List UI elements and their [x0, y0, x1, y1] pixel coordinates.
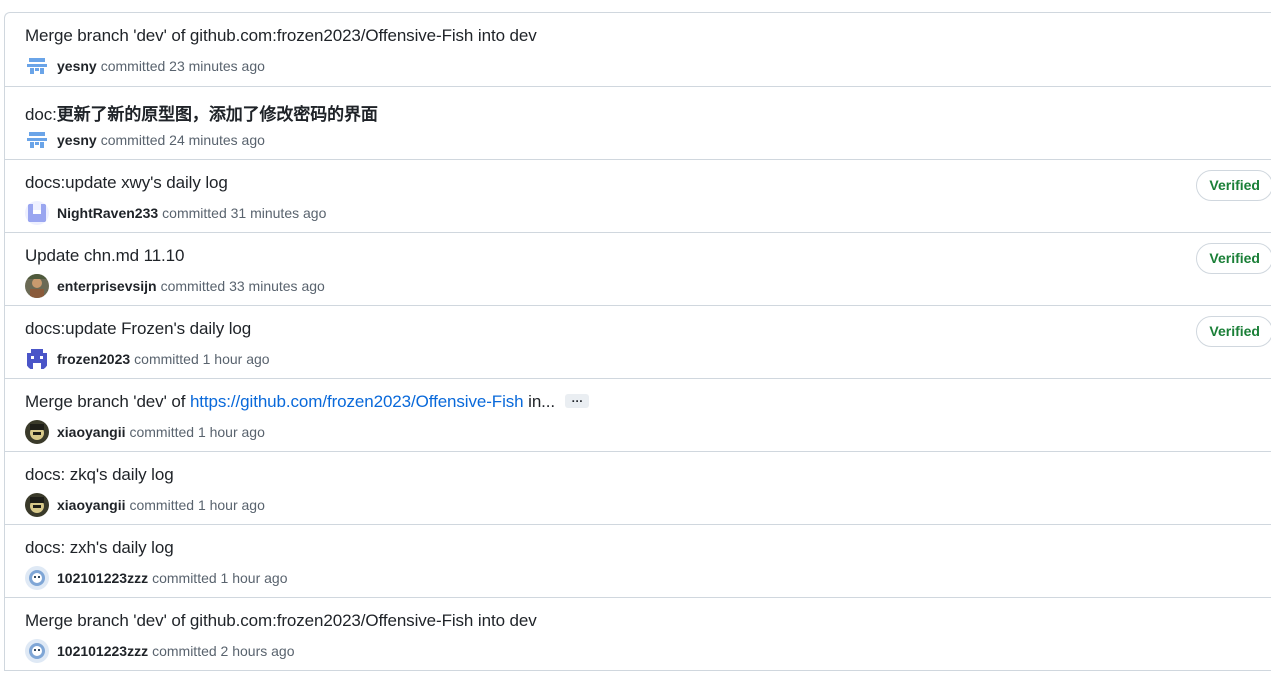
commit-row: doc:更新了新的原型图，添加了修改密码的界面 yesny committed …: [5, 87, 1271, 160]
commit-message[interactable]: docs: zkq's daily log: [25, 465, 174, 485]
commit-verb: committed: [129, 424, 195, 440]
avatar[interactable]: [25, 54, 49, 78]
avatar[interactable]: [25, 347, 49, 371]
commit-message: Merge branch 'dev' of https://github.com…: [25, 392, 590, 412]
commit-title-link[interactable]: Merge branch 'dev' of github.com:frozen2…: [25, 26, 537, 45]
commit-meta: enterprisevsijn committed 33 minutes ago: [25, 274, 325, 298]
commit-title-prefix[interactable]: Merge branch 'dev' of: [25, 392, 190, 411]
commit-time: 33 minutes ago: [229, 278, 325, 294]
commit-author[interactable]: xiaoyangii: [57, 497, 125, 513]
commit-title-link[interactable]: doc:更新了新的原型图，添加了修改密码的界面: [25, 105, 378, 124]
commit-time: 1 hour ago: [197, 497, 265, 513]
commit-verb: committed: [152, 570, 217, 586]
commit-verb: committed: [129, 497, 195, 513]
commit-title-link[interactable]: docs: zkq's daily log: [25, 465, 174, 484]
commit-author[interactable]: NightRaven233: [57, 205, 158, 221]
commit-row: docs:update Frozen's daily log frozen202…: [5, 306, 1271, 379]
commit-title-cjk: 更新了新的原型图，添加了修改密码的界面: [56, 105, 378, 124]
commit-time: 1 hour ago: [202, 351, 270, 367]
avatar[interactable]: [25, 274, 49, 298]
commit-title-link[interactable]: Update chn.md 11.10: [25, 246, 185, 265]
commit-message[interactable]: docs:update Frozen's daily log: [25, 319, 251, 339]
commit-verb: committed: [100, 58, 166, 74]
commit-title-link[interactable]: docs:update xwy's daily log: [25, 173, 228, 192]
commit-meta: 102101223zzz committed 2 hours ago: [25, 639, 295, 663]
commit-row: Merge branch 'dev' of github.com:frozen2…: [5, 598, 1271, 671]
avatar[interactable]: [25, 420, 49, 444]
commit-meta: NightRaven233 committed 31 minutes ago: [25, 201, 326, 225]
commit-time: 23 minutes ago: [169, 58, 265, 74]
verified-badge[interactable]: Verified: [1196, 170, 1271, 201]
commit-author[interactable]: 102101223zzz: [57, 570, 148, 586]
commit-verb: committed: [100, 132, 166, 148]
commit-title-link[interactable]: Merge branch 'dev' of github.com:frozen2…: [25, 611, 537, 630]
commit-meta: xiaoyangii committed 1 hour ago: [25, 420, 265, 444]
avatar[interactable]: [25, 493, 49, 517]
commit-time: 1 hour ago: [197, 424, 265, 440]
commit-message[interactable]: doc:更新了新的原型图，添加了修改密码的界面: [25, 100, 378, 125]
commit-title-link[interactable]: docs: zxh's daily log: [25, 538, 174, 557]
commit-title-prefix: doc:: [25, 105, 57, 124]
commit-message[interactable]: Update chn.md 11.10: [25, 246, 185, 266]
commit-author[interactable]: 102101223zzz: [57, 643, 148, 659]
avatar[interactable]: [25, 201, 49, 225]
commit-title-link[interactable]: docs:update Frozen's daily log: [25, 319, 251, 338]
commit-verb: committed: [134, 351, 199, 367]
commit-meta: yesny committed 24 minutes ago: [25, 128, 265, 152]
commit-message[interactable]: docs:update xwy's daily log: [25, 173, 228, 193]
commit-message[interactable]: Merge branch 'dev' of github.com:frozen2…: [25, 26, 537, 46]
commit-meta: frozen2023 committed 1 hour ago: [25, 347, 270, 371]
commit-message[interactable]: Merge branch 'dev' of github.com:frozen2…: [25, 611, 537, 631]
avatar[interactable]: [25, 639, 49, 663]
commit-meta: yesny committed 23 minutes ago: [25, 54, 265, 78]
commit-author[interactable]: frozen2023: [57, 351, 130, 367]
commit-list: Merge branch 'dev' of github.com:frozen2…: [4, 12, 1271, 671]
commit-meta: xiaoyangii committed 1 hour ago: [25, 493, 265, 517]
verified-badge[interactable]: Verified: [1196, 316, 1271, 347]
commit-author[interactable]: yesny: [57, 132, 97, 148]
commit-meta: 102101223zzz committed 1 hour ago: [25, 566, 288, 590]
commit-title-suffix[interactable]: in...: [524, 392, 555, 411]
commit-author[interactable]: xiaoyangii: [57, 424, 125, 440]
commit-author[interactable]: yesny: [57, 58, 97, 74]
verified-badge[interactable]: Verified: [1196, 243, 1271, 274]
avatar[interactable]: [25, 566, 49, 590]
commit-time: 24 minutes ago: [169, 132, 265, 148]
expand-message-button[interactable]: …: [565, 392, 590, 408]
commit-row: docs: zxh's daily log 102101223zzz commi…: [5, 525, 1271, 598]
commit-row: Update chn.md 11.10 enterprisevsijn comm…: [5, 233, 1271, 306]
commit-row: Merge branch 'dev' of https://github.com…: [5, 379, 1271, 452]
commit-verb: committed: [160, 278, 226, 294]
avatar[interactable]: [25, 128, 49, 152]
commit-row: Merge branch 'dev' of github.com:frozen2…: [5, 13, 1271, 87]
commit-author[interactable]: enterprisevsijn: [57, 278, 157, 294]
commit-row: docs: zkq's daily log xiaoyangii committ…: [5, 452, 1271, 525]
commit-time: 1 hour ago: [220, 570, 288, 586]
commit-verb: committed: [152, 643, 217, 659]
commit-row: docs:update xwy's daily log NightRaven23…: [5, 160, 1271, 233]
commit-time: 2 hours ago: [220, 643, 295, 659]
commit-time: 31 minutes ago: [230, 205, 327, 221]
commit-message-link[interactable]: https://github.com/frozen2023/Offensive-…: [190, 392, 524, 411]
commit-message[interactable]: docs: zxh's daily log: [25, 538, 174, 558]
commit-verb: committed: [162, 205, 227, 221]
